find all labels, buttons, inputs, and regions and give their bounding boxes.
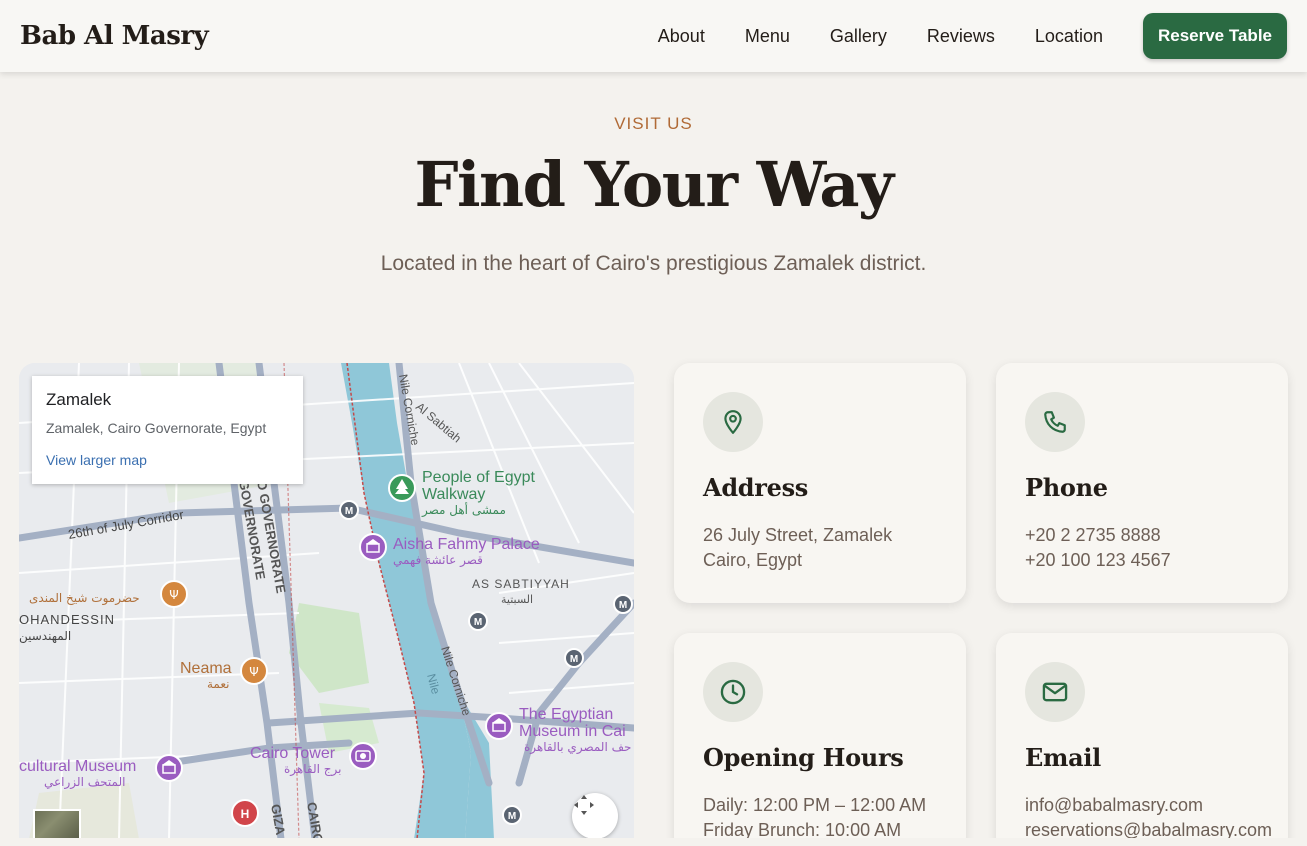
camera-icon[interactable] — [349, 742, 377, 770]
svg-text:M: M — [345, 506, 353, 517]
move-arrows-icon — [574, 795, 594, 815]
svg-text:M: M — [619, 600, 627, 611]
hours-card: Opening Hours Daily: 12:00 PM – 12:00 AM… — [674, 633, 966, 846]
nav-gallery[interactable]: Gallery — [830, 26, 887, 47]
map-label-walkway: People of Egypt — [422, 469, 536, 486]
metro-icon[interactable]: M — [564, 648, 584, 668]
map-label-walkway: Walkway — [422, 486, 485, 503]
nav-location[interactable]: Location — [1035, 26, 1103, 47]
map-label-tower-ar: برج القاهرة — [284, 762, 341, 777]
phone-icon — [1044, 411, 1066, 433]
map-label-agri-museum: cultural Museum — [19, 758, 136, 775]
landmark-icon[interactable] — [155, 754, 183, 782]
phone-number[interactable]: +20 100 123 4567 — [1025, 550, 1171, 571]
map-label-mohandessin-ar: المهندسين — [19, 629, 71, 644]
svg-text:H: H — [241, 807, 250, 821]
restaurant-icon[interactable]: Ψ — [240, 657, 268, 685]
metro-icon[interactable]: M — [502, 805, 522, 825]
svg-text:Ψ: Ψ — [169, 588, 178, 602]
card-icon-wrap — [703, 392, 763, 452]
nav-menu[interactable]: Menu — [745, 26, 790, 47]
map-label-sabtiyyah: AS SABTIYYAH — [472, 577, 570, 591]
metro-icon[interactable]: M — [339, 500, 359, 520]
map-place-title: Zamalek — [46, 390, 112, 409]
map-label-museum: Museum in Cai — [519, 723, 626, 740]
nav-reviews[interactable]: Reviews — [927, 26, 995, 47]
phone-number[interactable]: +20 2 2735 8888 — [1025, 525, 1161, 546]
svg-text:M: M — [474, 617, 482, 628]
view-larger-map-link[interactable]: View larger map — [46, 452, 289, 468]
section-title: Find Your Way — [414, 148, 894, 221]
phone-card: Phone +20 2 2735 8888 +20 100 123 4567 — [996, 363, 1288, 603]
map-label-agri-museum-ar: المتحف الزراعي — [44, 775, 125, 790]
map-label-tower: Cairo Tower — [250, 745, 336, 762]
card-icon-wrap — [1025, 662, 1085, 722]
map-place-address: Zamalek, Cairo Governorate, Egypt — [46, 420, 267, 436]
card-line: Daily: 12:00 PM – 12:00 AM — [703, 795, 927, 815]
site-header: Bab Al Masry About Menu Gallery Reviews … — [0, 0, 1307, 72]
landmark-icon[interactable] — [485, 712, 513, 740]
restaurant-icon[interactable]: Ψ — [160, 580, 188, 608]
card-icon-wrap — [703, 662, 763, 722]
map-label-sabtiyyah-ar: السبتية — [501, 593, 533, 606]
landmark-icon[interactable] — [359, 533, 387, 561]
section-subtitle: Located in the heart of Cairo's prestigi… — [380, 252, 927, 275]
card-title: Phone — [1025, 473, 1108, 502]
section-eyebrow: VISIT US — [614, 114, 693, 133]
mail-icon — [1042, 682, 1068, 702]
main-nav: About Menu Gallery Reviews Location Rese… — [658, 13, 1287, 59]
map-label-walkway-ar: ممشى أهل مصر — [421, 502, 506, 518]
card-icon-wrap — [1025, 392, 1085, 452]
map-pan-control[interactable] — [572, 793, 618, 839]
metro-icon[interactable]: M — [613, 594, 633, 614]
map-label-palace: Aisha Fahmy Palace — [393, 536, 540, 553]
email-card: Email info@babalmasry.com reservations@b… — [996, 633, 1288, 846]
map-label-neama-ar: نعمة — [207, 677, 230, 691]
viewport-bottom-edge — [0, 838, 1307, 846]
reserve-table-button[interactable]: Reserve Table — [1142, 13, 1287, 59]
map-info-card: Zamalek Zamalek, Cairo Governorate, Egyp… — [32, 376, 303, 484]
card-title: Address — [703, 473, 809, 502]
map-label-hadramout: حضرموت شيخ المندى — [29, 591, 140, 606]
tree-icon[interactable] — [388, 474, 416, 502]
hospital-icon[interactable]: H — [231, 799, 259, 827]
card-title: Email — [1025, 743, 1101, 772]
satellite-toggle[interactable] — [33, 809, 81, 839]
map-label-neama: Neama — [180, 660, 232, 677]
map-label-palace-ar: قصر عائشة فهمي — [393, 553, 483, 568]
map-label-mohandessin: OHANDESSIN — [19, 612, 115, 627]
nav-about[interactable]: About — [658, 26, 705, 47]
map-label-museum-ar: حف المصري بالقاهرة — [524, 740, 631, 755]
email-link[interactable]: info@babalmasry.com — [1025, 795, 1203, 816]
svg-text:Ψ: Ψ — [249, 665, 258, 679]
embedded-map[interactable]: 26th of July Corridor GOVERNORATE O GOVE… — [19, 363, 634, 839]
card-title: Opening Hours — [703, 743, 904, 772]
card-line: 26 July Street, Zamalek — [703, 525, 893, 545]
svg-text:M: M — [508, 811, 516, 822]
address-card: Address 26 July Street, Zamalek Cairo, E… — [674, 363, 966, 603]
map-label-museum: The Egyptian — [519, 706, 613, 723]
clock-icon — [720, 679, 746, 705]
map-pin-icon — [724, 410, 742, 434]
svg-text:M: M — [570, 654, 578, 665]
card-line: Cairo, Egypt — [703, 550, 803, 570]
logo[interactable]: Bab Al Masry — [20, 21, 209, 51]
metro-icon[interactable]: M — [468, 611, 488, 631]
